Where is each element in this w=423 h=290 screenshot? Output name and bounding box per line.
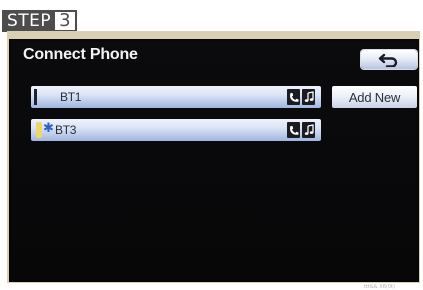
image-code: ttt&& X6(0t) [364,284,395,290]
selection-indicator [34,89,37,105]
add-new-button[interactable]: Add New [332,86,417,108]
music-note-icon [302,89,315,105]
screen-title: Connect Phone [23,46,138,63]
step-label: STEP [2,10,56,32]
device-name: BT1 [60,90,82,104]
back-arrow-icon [378,53,398,67]
device-profile-icons [287,122,315,138]
step-indicator: STEP 3 [2,10,77,32]
bluetooth-icon: ✱ [43,121,54,136]
navigation-screen: Connect Phone BT1 ✱ BT3 Add New [9,39,419,282]
phone-icon [287,89,300,105]
device-profile-icons [287,89,315,105]
back-button[interactable] [361,50,417,69]
connected-indicator [36,122,42,138]
music-note-icon [302,122,315,138]
step-number: 3 [55,10,77,32]
phone-icon [287,122,300,138]
device-row-bt3[interactable]: ✱ BT3 [31,119,321,141]
device-row-bt1[interactable]: BT1 [31,86,321,108]
device-name: BT3 [55,123,77,137]
